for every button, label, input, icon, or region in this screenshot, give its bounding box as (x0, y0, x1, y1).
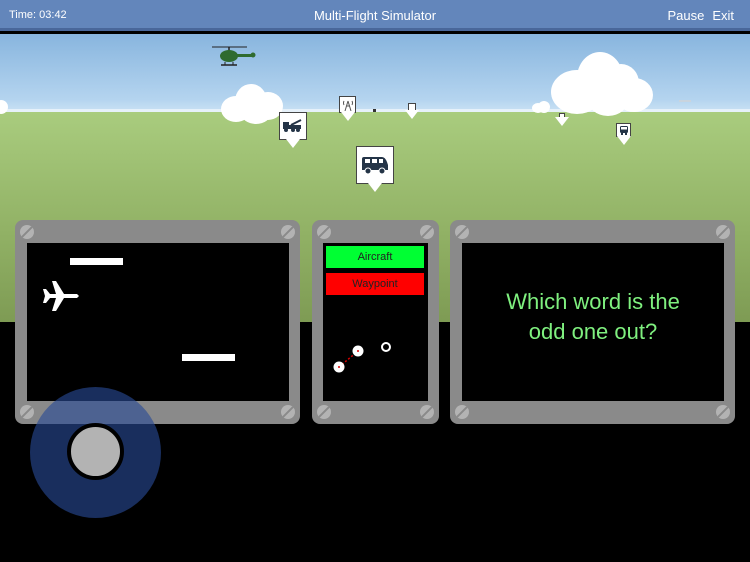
screw-icon (716, 405, 730, 419)
radar-plot (333, 342, 391, 373)
cloud (551, 52, 653, 116)
tracking-screen (27, 243, 289, 401)
distant-marker (373, 109, 376, 112)
cloud (0, 98, 14, 114)
bus-icon (619, 126, 628, 135)
small-marker[interactable] (559, 113, 565, 118)
screw-icon (20, 405, 34, 419)
waypoint-ring (381, 342, 391, 352)
target-bar-bottom (182, 354, 235, 361)
screw-icon (281, 405, 295, 419)
radio-tower-marker[interactable] (339, 96, 356, 113)
helicopter-icon (211, 46, 257, 68)
tracking-panel (15, 220, 300, 424)
joystick-knob[interactable] (67, 423, 124, 480)
top-bar: Time: 03:42 Multi-Flight Simulator Pause… (0, 0, 750, 31)
small-marker[interactable] (408, 103, 416, 111)
question-line: Which word is the (506, 289, 680, 314)
airplane-icon (43, 279, 79, 315)
game-stage: Time: 03:42 Multi-Flight Simulator Pause… (0, 0, 750, 562)
screw-icon (317, 225, 331, 239)
screw-icon (281, 225, 295, 239)
radar-screen: Aircraft Waypoint (323, 243, 428, 401)
cloud (221, 84, 285, 124)
cloud (532, 101, 552, 113)
target-bar-top (70, 258, 123, 265)
radar-panel: Aircraft Waypoint (312, 220, 439, 424)
screw-icon (317, 405, 331, 419)
distant-aircraft (679, 100, 691, 102)
van-icon (362, 157, 388, 175)
question-text: Which word is the odd one out? (462, 287, 724, 347)
screw-icon (20, 225, 34, 239)
app-title: Multi-Flight Simulator (313, 8, 437, 23)
question-panel: Which word is the odd one out? (450, 220, 735, 424)
tow-truck-marker[interactable] (279, 112, 307, 140)
screw-icon (420, 225, 434, 239)
screw-icon (455, 225, 469, 239)
bus-marker[interactable] (616, 123, 631, 137)
question-screen: Which word is the odd one out? (462, 243, 724, 401)
van-marker[interactable] (356, 146, 394, 184)
screw-icon (455, 405, 469, 419)
screw-icon (420, 405, 434, 419)
tow-truck-icon (283, 119, 302, 132)
screw-icon (716, 225, 730, 239)
question-line: odd one out? (528, 319, 658, 344)
exit-button[interactable]: Exit (712, 8, 734, 23)
pause-button[interactable]: Pause (667, 8, 704, 23)
radio-tower-icon (342, 100, 353, 111)
